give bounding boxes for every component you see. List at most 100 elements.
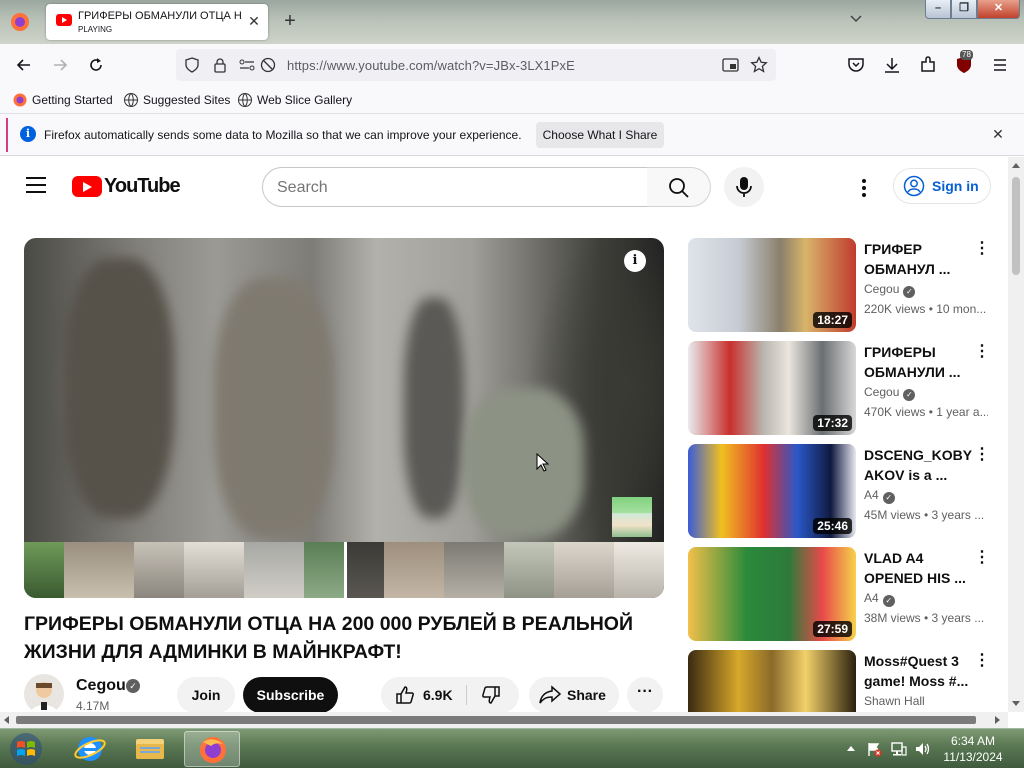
globe-icon [237, 92, 253, 108]
recommendation-thumbnail[interactable]: 25:46 [688, 444, 856, 538]
system-clock[interactable]: 6:34 AM 11/13/2024 [928, 733, 1018, 765]
autoplay-blocked-icon[interactable] [260, 57, 276, 78]
recommendation-channel[interactable]: A4 ✓ [864, 488, 895, 504]
recommendation-channel[interactable]: A4 ✓ [864, 591, 895, 607]
recommendation-menu-icon[interactable]: ⋮ [974, 343, 990, 363]
scroll-left-arrow-icon[interactable] [4, 716, 9, 724]
action-center-flag-icon[interactable] [866, 741, 882, 757]
recommendation-menu-icon[interactable]: ⋮ [974, 652, 990, 672]
browser-tab[interactable]: ГРИФЕРЫ ОБМАНУЛИ ОТЦА НА 200 000 PLAYING… [46, 4, 268, 40]
address-bar[interactable]: https://www.youtube.com/watch?v=JBx-3LX1… [176, 49, 776, 81]
recommendation-title[interactable]: ГРИФЕРЫ ОБМАНУЛИ ... [864, 342, 974, 382]
bookmark-star-icon[interactable] [750, 55, 768, 79]
channel-watermark[interactable] [612, 497, 652, 537]
list-all-tabs-icon[interactable] [848, 10, 864, 26]
recommendation-menu-icon[interactable]: ⋮ [974, 240, 990, 260]
search-input[interactable] [277, 177, 627, 199]
lock-icon[interactable] [212, 57, 228, 78]
mouse-cursor-icon [536, 453, 550, 472]
voice-search-button[interactable] [724, 167, 764, 207]
horizontal-scrollbar[interactable] [0, 712, 1008, 728]
tracking-protection-shield-icon[interactable] [184, 57, 200, 78]
reload-icon[interactable] [86, 55, 106, 75]
bookmark-getting-started[interactable]: Getting Started [12, 92, 113, 108]
url-text[interactable]: https://www.youtube.com/watch?v=JBx-3LX1… [287, 58, 575, 73]
scroll-down-arrow-icon[interactable] [1012, 701, 1020, 706]
join-button[interactable]: Join [177, 677, 235, 712]
firefox-menu-icon[interactable] [8, 10, 32, 34]
start-button[interactable] [4, 731, 48, 767]
youtube-logo-text[interactable]: YouTube [104, 175, 181, 198]
permissions-icon[interactable] [238, 57, 256, 78]
search-box[interactable] [262, 167, 648, 207]
recommendation-channel[interactable]: Cegou ✓ [864, 282, 916, 298]
window-maximize-button[interactable]: ❐ [951, 0, 977, 19]
recommendation-item[interactable]: 17:32 ГРИФЕРЫ ОБМАНУЛИ ... Cegou ✓ 470K v… [688, 341, 998, 435]
recommendation-channel[interactable]: Cegou ✓ [864, 385, 916, 401]
recommendation-thumbnail[interactable] [688, 650, 856, 712]
youtube-logo-icon[interactable] [72, 176, 102, 197]
channel-name[interactable]: Cegou [76, 677, 126, 695]
scroll-up-arrow-icon[interactable] [1012, 163, 1020, 168]
recommendation-title[interactable]: ГРИФЕР ОБМАНУЛ ... [864, 239, 974, 279]
settings-more-icon[interactable] [852, 176, 876, 200]
scrollbar-thumb[interactable] [1012, 177, 1020, 275]
picture-in-picture-icon[interactable] [722, 57, 740, 78]
verified-check-icon: ✓ [903, 389, 916, 401]
youtube-favicon-icon [56, 14, 72, 26]
sign-in-button[interactable]: Sign in [893, 168, 991, 204]
pocket-icon[interactable] [846, 55, 866, 75]
bookmark-label: Web Slice Gallery [257, 93, 353, 107]
recommendation-title[interactable]: VLAD A4 OPENED HIS ... [864, 548, 974, 588]
recommendation-item[interactable]: Moss#Quest 3 game! Moss #... Shawn Hall … [688, 650, 998, 712]
window-minimize-button[interactable]: – [925, 0, 951, 19]
scroll-right-arrow-icon[interactable] [995, 716, 1000, 724]
subscribe-button[interactable]: Subscribe [243, 677, 338, 712]
more-actions-button[interactable]: ··· [627, 677, 663, 712]
extensions-icon[interactable] [918, 55, 938, 75]
tab-close-icon[interactable]: ✕ [246, 13, 262, 29]
thumbs-up-icon [396, 686, 414, 704]
back-icon[interactable] [14, 55, 34, 75]
recommendation-title[interactable]: DSCENG_KOBY AKOV is a ... [864, 445, 974, 485]
recommendation-item[interactable]: 18:27 ГРИФЕР ОБМАНУЛ ... Cegou ✓ 220K vie… [688, 238, 998, 332]
video-frame-figure [404, 298, 464, 518]
show-hidden-icons-icon[interactable] [846, 744, 856, 752]
recommendation-menu-icon[interactable]: ⋮ [974, 549, 990, 569]
hamburger-menu-icon[interactable] [990, 55, 1010, 75]
channel-avatar[interactable] [24, 674, 64, 712]
taskbar-firefox[interactable] [184, 731, 240, 767]
video-info-icon[interactable]: i [624, 250, 646, 272]
taskbar-internet-explorer[interactable] [62, 731, 118, 767]
recommendation-thumbnail[interactable]: 18:27 [688, 238, 856, 332]
recommendation-item[interactable]: 27:59 VLAD A4 OPENED HIS ... A4 ✓ 38M vie… [688, 547, 998, 641]
recommendation-thumbnail[interactable]: 27:59 [688, 547, 856, 641]
recommendation-thumbnail[interactable]: 17:32 [688, 341, 856, 435]
recommendation-meta: 38M views • 3 years ... [864, 611, 985, 625]
video-player[interactable]: i [24, 238, 664, 598]
taskbar-file-explorer[interactable] [122, 731, 178, 767]
vertical-scrollbar[interactable] [1008, 157, 1024, 712]
notification-accent [6, 118, 8, 152]
recommendation-channel[interactable]: Shawn Hall [864, 694, 925, 708]
recommendation-menu-icon[interactable]: ⋮ [974, 446, 990, 466]
forward-icon[interactable] [50, 55, 70, 75]
storyboard-playhead [344, 542, 347, 598]
notification-close-icon[interactable]: ✕ [990, 126, 1006, 142]
share-button[interactable]: Share [529, 677, 619, 712]
choose-what-i-share-button[interactable]: Choose What I Share [536, 122, 664, 148]
recommendation-item[interactable]: 25:46 DSCENG_KOBY AKOV is a ... A4 ✓ 45M … [688, 444, 998, 538]
search-button[interactable] [647, 167, 711, 207]
recommendation-title[interactable]: Moss#Quest 3 game! Moss #... [864, 651, 974, 691]
like-button[interactable]: 6.9K [381, 677, 466, 712]
bookmark-suggested-sites[interactable]: Suggested Sites [123, 92, 230, 108]
bookmark-web-slice-gallery[interactable]: Web Slice Gallery [237, 92, 352, 108]
new-tab-button[interactable]: + [280, 10, 300, 32]
window-close-button[interactable]: ✕ [977, 0, 1020, 19]
network-icon[interactable] [890, 741, 908, 757]
downloads-icon[interactable] [882, 55, 902, 75]
dislike-button[interactable] [467, 677, 519, 712]
scrollbar-thumb[interactable] [16, 716, 976, 724]
verified-check-icon: ✓ [126, 679, 140, 693]
guide-menu-icon[interactable] [26, 177, 46, 193]
